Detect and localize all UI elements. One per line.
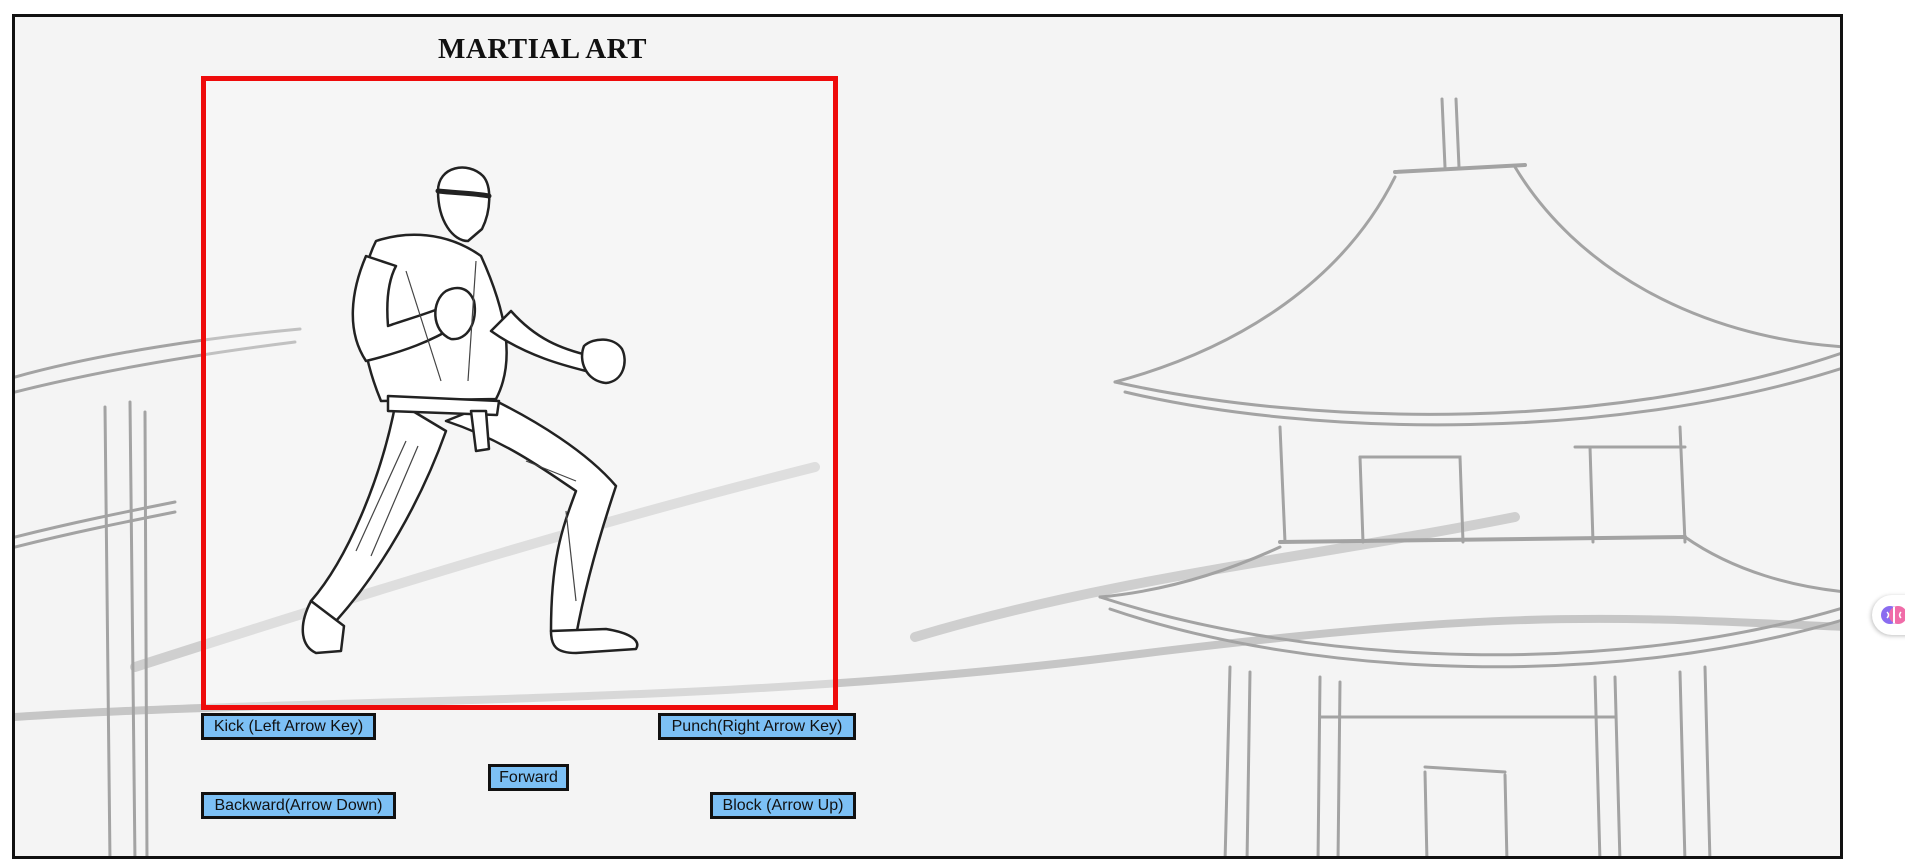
block-button[interactable]: Block (Arrow Up) xyxy=(710,792,856,819)
forward-button[interactable]: Forward xyxy=(488,764,569,791)
backward-button[interactable]: Backward(Arrow Down) xyxy=(201,792,396,819)
karate-fighter-illustration xyxy=(301,166,639,655)
kick-button[interactable]: Kick (Left Arrow Key) xyxy=(201,713,376,740)
punch-button[interactable]: Punch(Right Arrow Key) xyxy=(658,713,856,740)
brain-icon xyxy=(1881,606,1905,624)
fighter-frame xyxy=(201,76,838,710)
extension-widget[interactable] xyxy=(1872,595,1905,635)
page-title: MARTIAL ART xyxy=(438,33,647,65)
